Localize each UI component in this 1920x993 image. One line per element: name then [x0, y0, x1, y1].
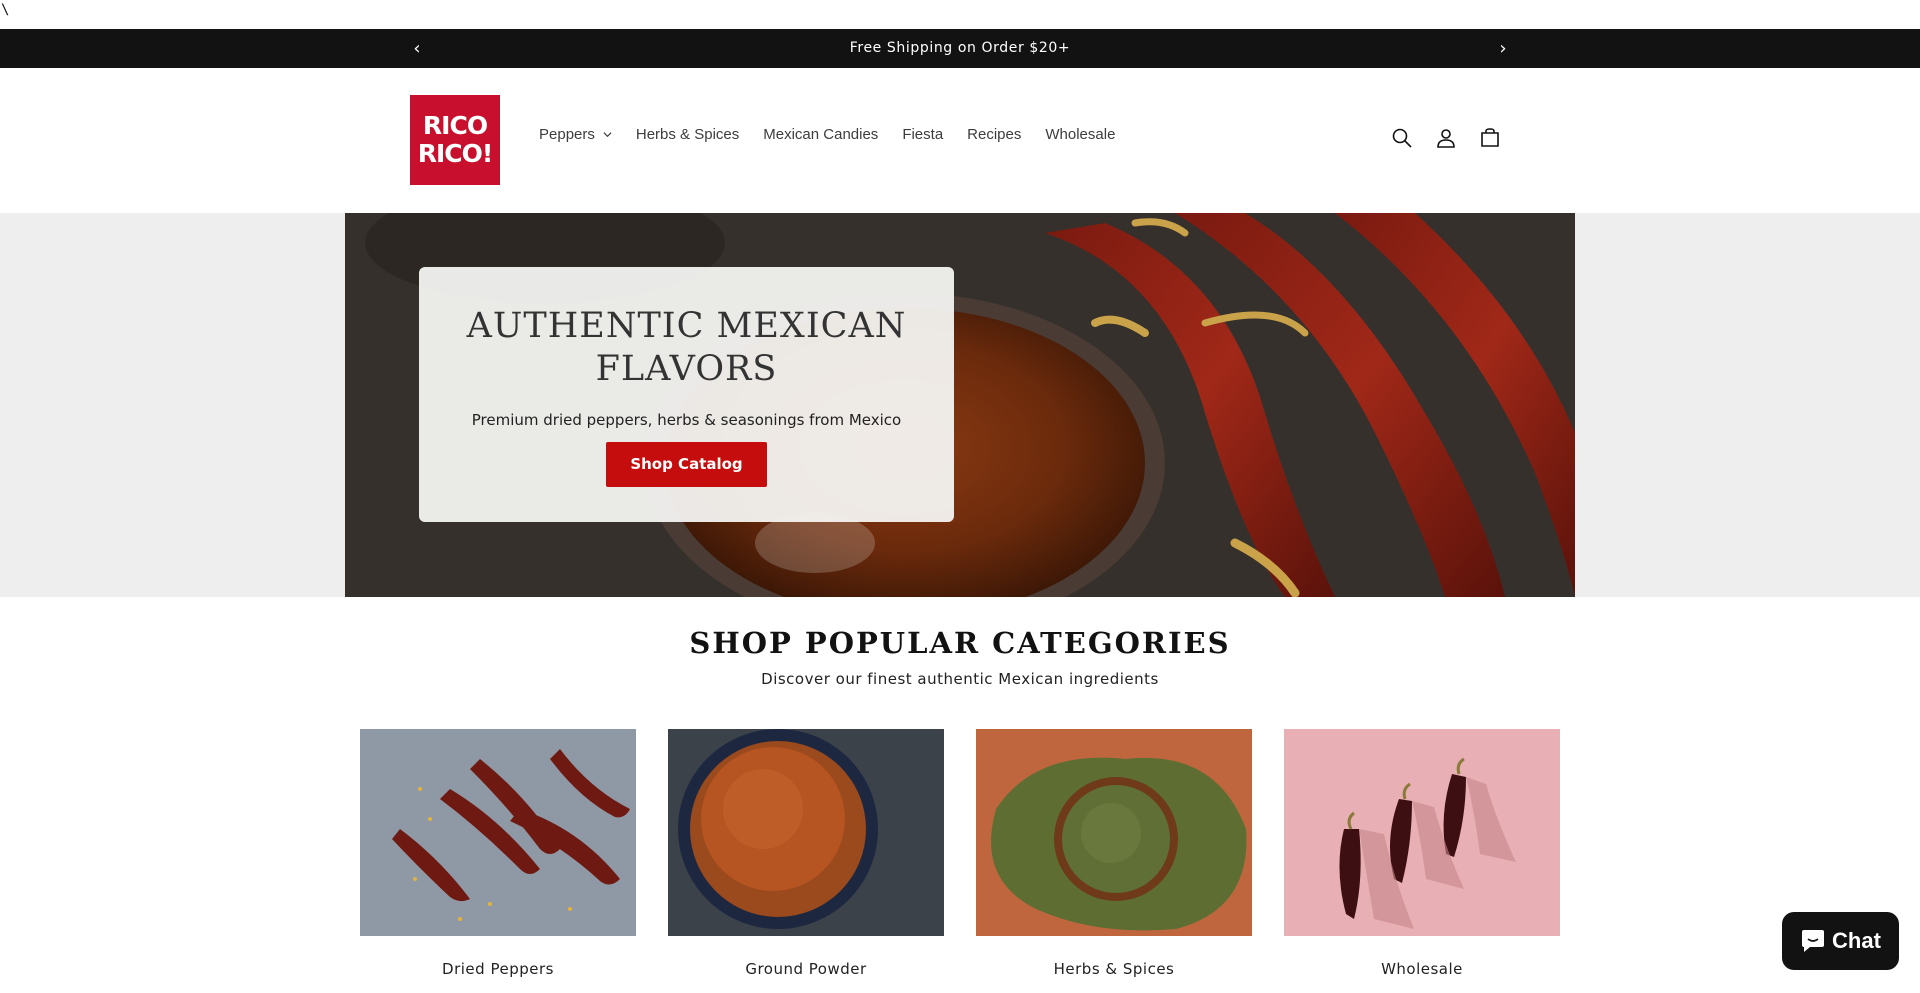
category-label: Ground Powder	[745, 960, 867, 978]
category-label: Wholesale	[1381, 960, 1463, 978]
hero-text-box: AUTHENTIC MEXICAN FLAVORS Premium dried …	[419, 267, 954, 522]
nav-item-recipes[interactable]: Recipes	[967, 126, 1021, 143]
hero-subtitle: Premium dried peppers, herbs & seasoning…	[471, 411, 902, 429]
ground-powder-illustration	[668, 729, 944, 936]
category-label: Dried Peppers	[442, 960, 554, 978]
nav-item-fiesta[interactable]: Fiesta	[902, 126, 943, 143]
nav-item-wholesale[interactable]: Wholesale	[1045, 126, 1115, 143]
logo-line-2: RICO!	[417, 139, 494, 168]
nav-item-mexican-candies[interactable]: Mexican Candies	[763, 126, 878, 143]
herbs-spices-illustration	[976, 729, 1252, 936]
category-card-herbs-spices[interactable]: Herbs & Spices	[976, 729, 1252, 978]
category-grid: Dried Peppers Ground Powder Herbs & Spic…	[360, 729, 1560, 993]
category-card-dried-peppers[interactable]: Dried Peppers	[360, 729, 636, 978]
hero-title: AUTHENTIC MEXICAN FLAVORS	[466, 306, 907, 389]
categories-subtitle: Discover our finest authentic Mexican in…	[761, 670, 1159, 688]
category-card-wholesale[interactable]: Wholesale	[1284, 729, 1560, 978]
wholesale-illustration	[1284, 729, 1560, 936]
dried-peppers-illustration	[360, 729, 636, 936]
search-icon[interactable]	[1390, 126, 1414, 150]
cart-icon[interactable]	[1478, 126, 1502, 150]
main-nav: Peppers Herbs & Spices Mexican Candies F…	[539, 126, 1139, 143]
nav-item-herbs-spices[interactable]: Herbs & Spices	[636, 126, 739, 143]
category-card-ground-powder[interactable]: Ground Powder	[668, 729, 944, 978]
chevron-down-icon	[603, 132, 612, 138]
announcement-bar: ‹ Free Shipping on Order $20+ ›	[0, 29, 1920, 68]
chat-bubble-icon	[1802, 930, 1825, 952]
category-image-wholesale[interactable]	[1284, 729, 1560, 936]
announcement-text: Free Shipping on Order $20+	[849, 40, 1071, 56]
site-header: RICO RICO! Peppers Herbs & Spices Mexica…	[0, 68, 1920, 213]
hero-banner: AUTHENTIC MEXICAN FLAVORS Premium dried …	[0, 213, 1920, 597]
chat-label: Chat	[1832, 928, 1881, 953]
nav-item-label: Peppers	[539, 126, 595, 143]
category-image-dried-peppers[interactable]	[360, 729, 636, 936]
stray-text: \	[1, 2, 10, 18]
nav-item-peppers[interactable]: Peppers	[539, 126, 612, 143]
logo-line-1: RICO	[422, 111, 488, 140]
account-icon[interactable]	[1434, 126, 1458, 150]
logo[interactable]: RICO RICO!	[410, 95, 500, 185]
chevron-right-icon[interactable]: ›	[1493, 29, 1513, 68]
category-label: Herbs & Spices	[1053, 960, 1175, 978]
shop-catalog-button[interactable]: Shop Catalog	[606, 442, 767, 487]
header-icons	[1390, 126, 1522, 150]
chat-button[interactable]: Chat	[1782, 912, 1899, 970]
categories-title: SHOP POPULAR CATEGORIES	[689, 626, 1231, 660]
category-image-herbs-spices[interactable]	[976, 729, 1252, 936]
hero-image: AUTHENTIC MEXICAN FLAVORS Premium dried …	[345, 213, 1575, 597]
category-image-ground-powder[interactable]	[668, 729, 944, 936]
